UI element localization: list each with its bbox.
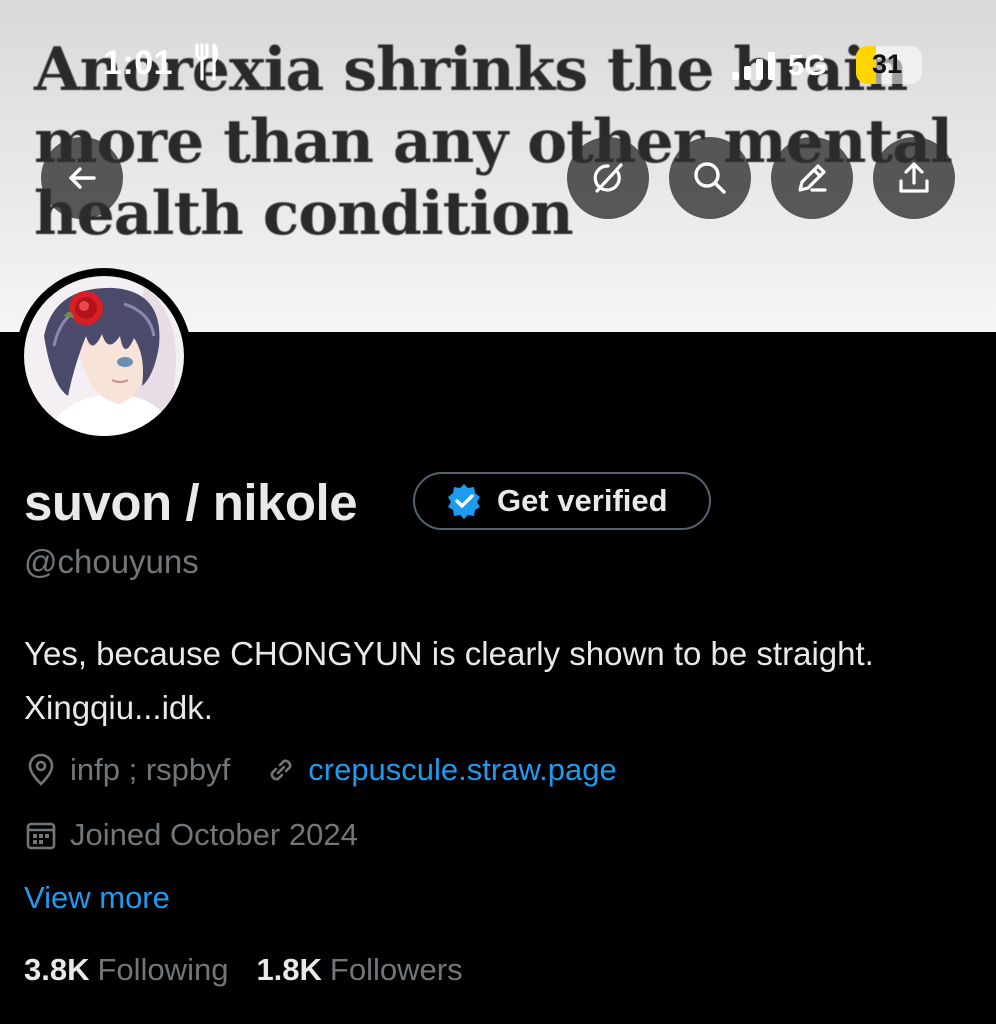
search-button[interactable] <box>669 137 751 219</box>
verified-badge-icon <box>448 484 480 519</box>
view-more-link[interactable]: View more <box>24 880 170 916</box>
website-link[interactable]: crepuscule.straw.page <box>308 752 616 788</box>
display-name: suvon / nikole <box>24 474 358 531</box>
network-type: 5G <box>788 50 827 82</box>
back-button[interactable] <box>41 137 123 219</box>
status-time: 1:01 <box>103 44 174 82</box>
grok-slash-circle-icon <box>593 163 623 193</box>
link-icon <box>270 759 292 781</box>
get-verified-button[interactable]: Get verified <box>413 472 711 530</box>
followers-count: 1.8K <box>256 952 322 987</box>
follow-stats: 3.8K Following 1.8K Followers <box>24 952 463 988</box>
search-icon <box>694 162 726 194</box>
calendar-icon <box>26 822 56 850</box>
grok-button[interactable] <box>567 137 649 219</box>
following-link[interactable]: 3.8K Following <box>24 952 228 988</box>
share-upload-icon <box>899 162 929 193</box>
avatar-anime-character-image <box>24 276 184 436</box>
joined-row: Joined October 2024 <box>24 815 358 855</box>
following-label: Following <box>97 952 229 987</box>
pencil-icon <box>798 164 827 192</box>
following-count: 3.8K <box>24 952 90 987</box>
location-pin-icon <box>28 753 54 786</box>
battery-percent: 31 <box>872 49 903 79</box>
profile-meta-row: infp ; rspbyf crepuscule.straw.page <box>24 750 617 790</box>
location-text: infp ; rspbyf <box>70 752 231 787</box>
battery-icon: 31 <box>856 46 922 84</box>
joined-date: Joined October 2024 <box>70 817 358 852</box>
user-handle: @chouyuns <box>24 543 199 580</box>
followers-link[interactable]: 1.8K Followers <box>256 952 462 988</box>
share-button[interactable] <box>873 137 955 219</box>
cellular-signal-icon <box>732 52 775 80</box>
get-verified-label: Get verified <box>497 483 668 518</box>
followers-label: Followers <box>329 952 463 987</box>
edit-button[interactable] <box>771 137 853 219</box>
arrow-left-icon <box>69 167 96 189</box>
avatar[interactable] <box>16 268 192 444</box>
fork-knife-icon <box>195 43 219 81</box>
profile-screen: Anorexia shrinks the brain more than any… <box>0 0 996 1024</box>
banner-headline: Anorexia shrinks the brain more than any… <box>34 35 953 249</box>
profile-bio: Yes, because CHONGYUN is clearly shown t… <box>24 635 874 726</box>
